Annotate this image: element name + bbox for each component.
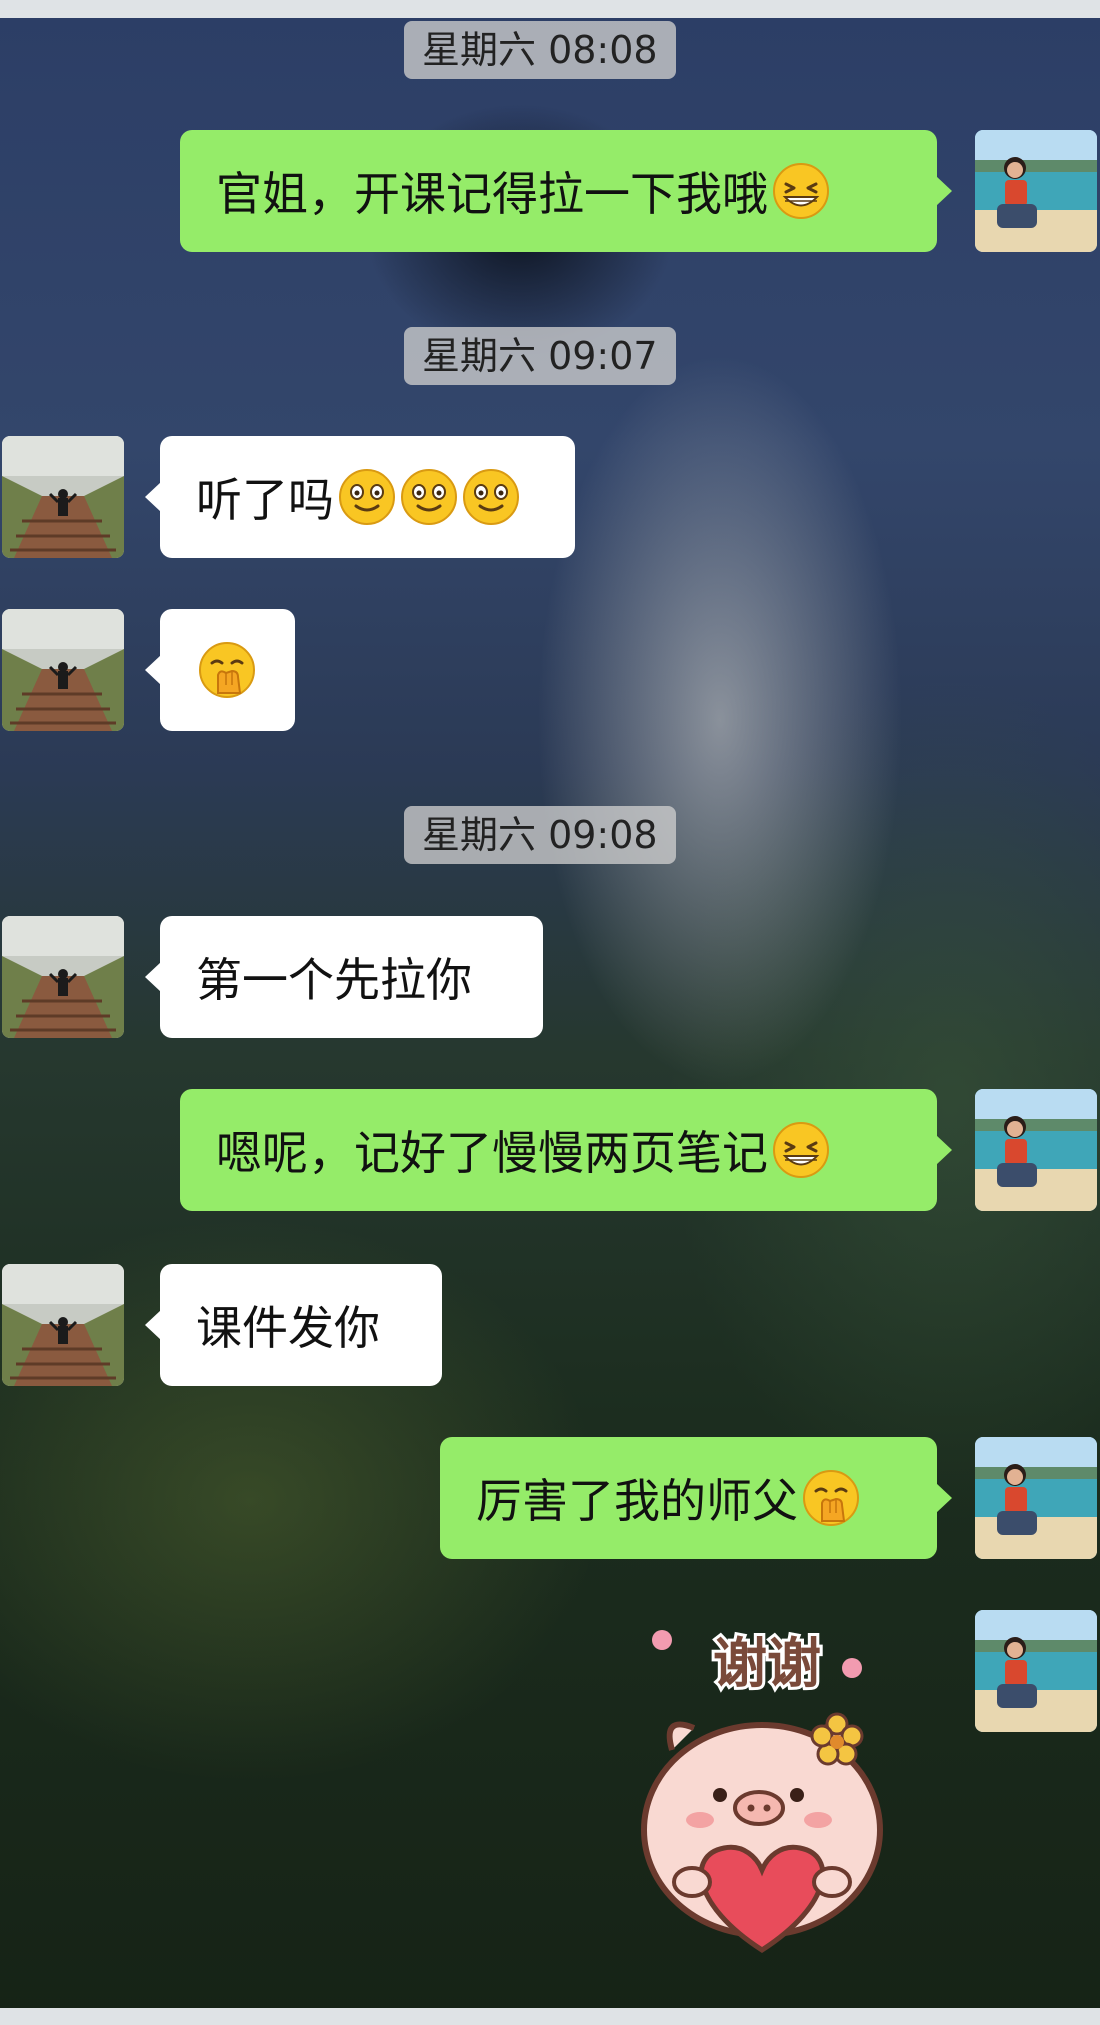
timestamp: 星期六 09:08 — [404, 806, 676, 864]
my-message-bubble[interactable]: 厉害了我的师父 — [440, 1437, 952, 1559]
contact-message-bubble[interactable]: 听了吗 — [145, 436, 575, 558]
my-avatar[interactable] — [975, 130, 1097, 252]
smile-emoji-icon — [400, 468, 458, 526]
pig-heart-sticker-icon[interactable]: 谢谢 — [632, 1620, 902, 1980]
contact-message-bubble[interactable] — [145, 609, 295, 731]
smile-emoji-icon — [462, 468, 520, 526]
contact-avatar[interactable] — [2, 1264, 124, 1386]
my-avatar[interactable] — [975, 1089, 1097, 1211]
contact-avatar[interactable] — [2, 609, 124, 731]
my-message-bubble[interactable]: 嗯呢，记好了慢慢两页笔记 — [180, 1089, 952, 1211]
contact-message-bubble[interactable]: 课件发你 — [145, 1264, 442, 1386]
status-strip — [0, 0, 1100, 18]
my-avatar[interactable] — [975, 1610, 1097, 1732]
contact-message-bubble[interactable]: 第一个先拉你 — [145, 916, 543, 1038]
grinning-squint-emoji-icon — [772, 162, 830, 220]
sticker-caption: 谢谢 — [713, 1632, 821, 1695]
message-text: 听了吗 — [196, 473, 334, 527]
message-text: 课件发你 — [196, 1301, 380, 1355]
grinning-squint-emoji-icon — [772, 1121, 830, 1179]
timestamp: 星期六 08:08 — [404, 21, 676, 79]
contact-avatar[interactable] — [2, 916, 124, 1038]
smile-emoji-icon — [338, 468, 396, 526]
bottom-strip — [0, 2008, 1100, 2025]
my-message-bubble[interactable]: 官姐，开课记得拉一下我哦 — [180, 130, 952, 252]
my-avatar[interactable] — [975, 1437, 1097, 1559]
message-text: 厉害了我的师父 — [476, 1474, 798, 1528]
message-text: 官姐，开课记得拉一下我哦 — [216, 167, 768, 221]
contact-avatar[interactable] — [2, 436, 124, 558]
hand-over-mouth-emoji-icon — [802, 1469, 860, 1527]
message-text: 第一个先拉你 — [196, 953, 472, 1007]
message-text: 嗯呢，记好了慢慢两页笔记 — [216, 1126, 768, 1180]
hand-over-mouth-emoji-icon — [198, 641, 256, 699]
timestamp: 星期六 09:07 — [404, 327, 676, 385]
